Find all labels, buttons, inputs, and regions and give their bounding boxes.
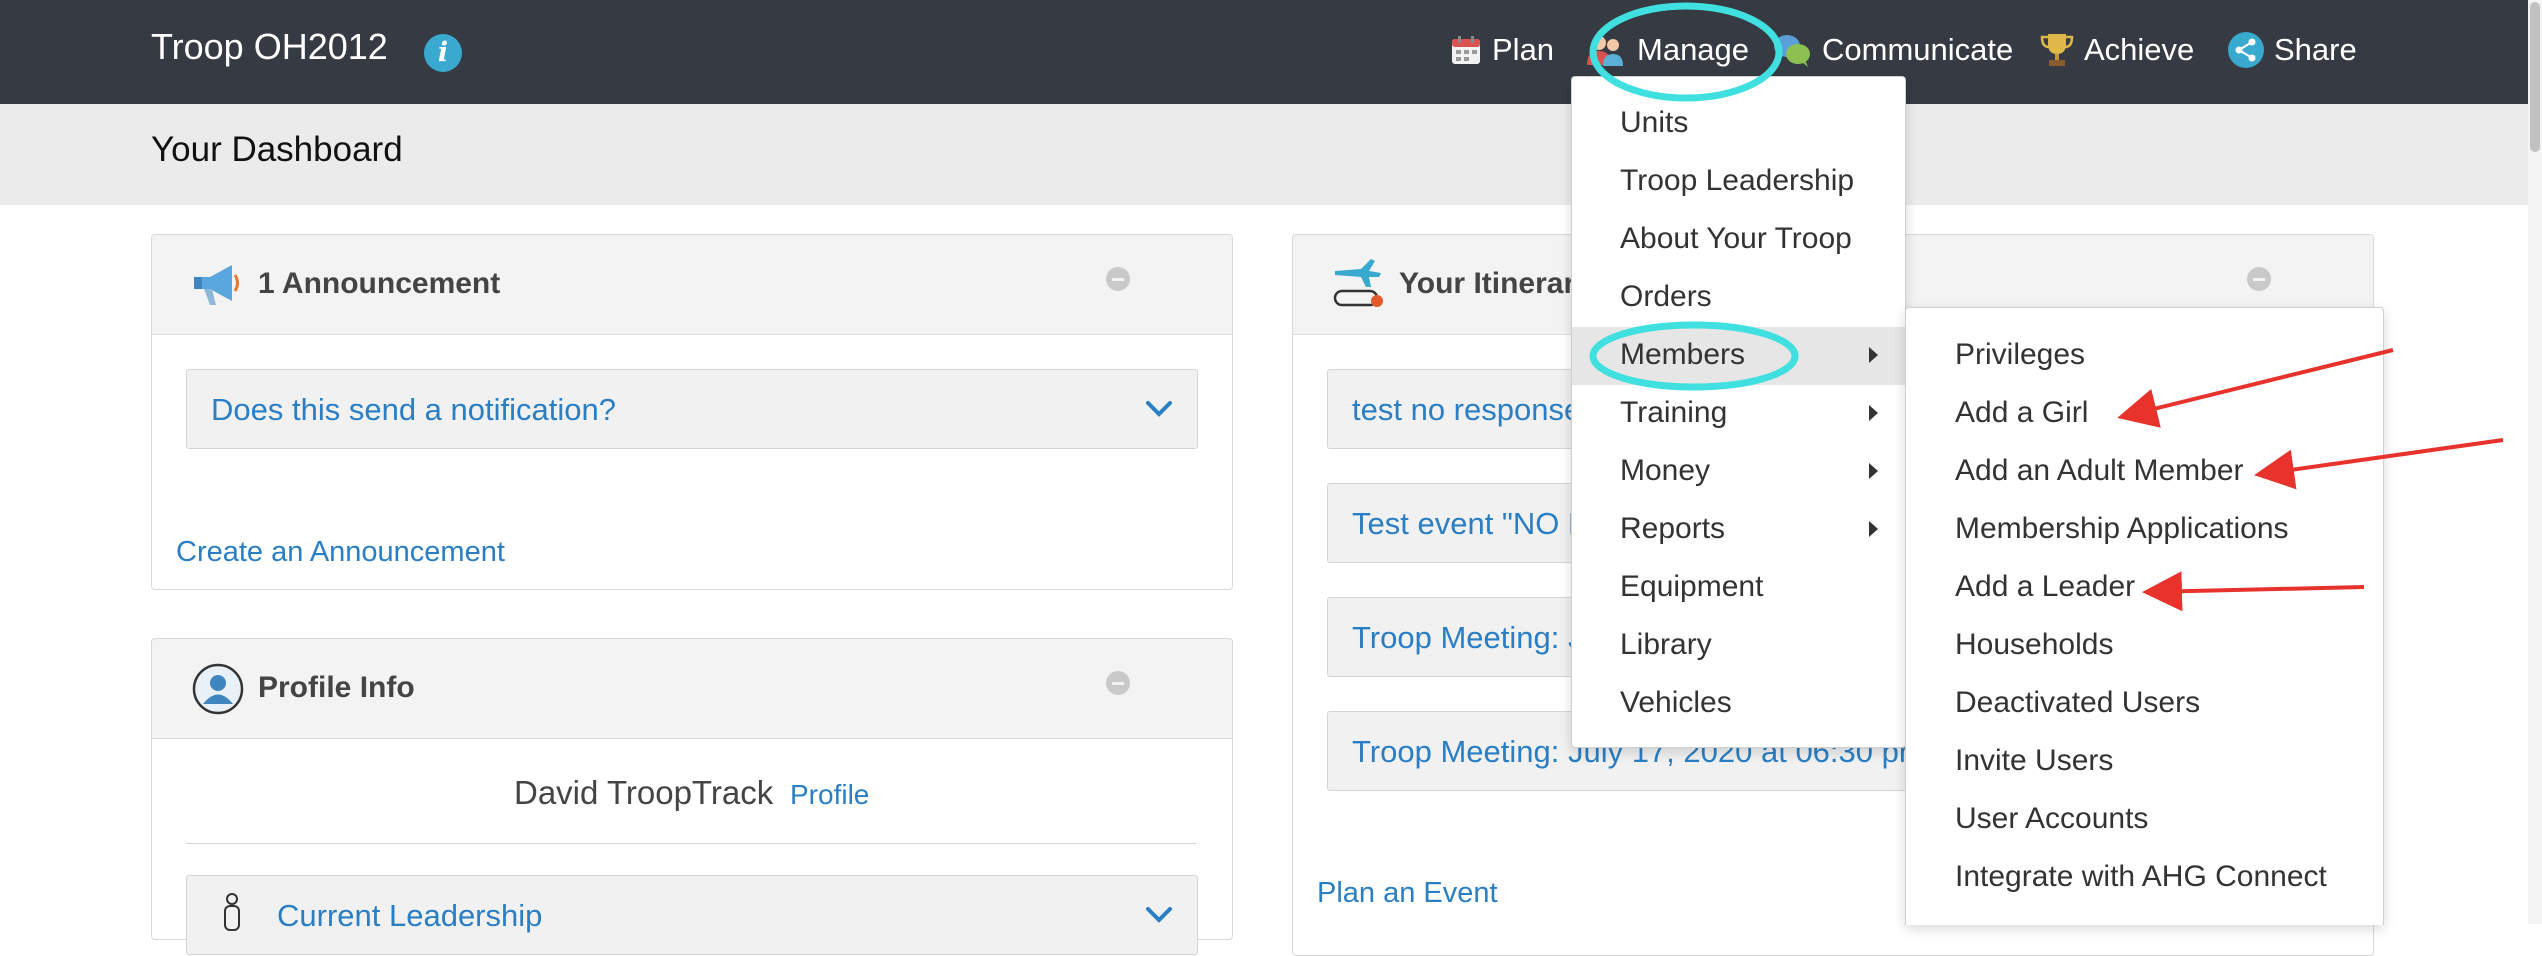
menu-item-label: Reports [1620,512,1726,545]
menu-item-label: Library [1620,628,1712,661]
scrollbar-thumb[interactable] [2530,2,2540,152]
divider [186,843,1196,844]
profile-panel-header: Profile Info [152,639,1232,739]
caret-right-icon [1869,463,1878,479]
menu-item-reports[interactable]: Reports [1572,501,1905,559]
menu-item-label: Troop Leadership [1620,164,1855,197]
nav-share[interactable]: Share [2228,28,2357,72]
menu-item-label: About Your Troop [1620,222,1852,255]
troop-name[interactable]: Troop OH2012 [151,26,388,68]
nav-share-label: Share [2274,32,2357,67]
menu-item-label: Orders [1620,280,1712,313]
calendar-icon [1452,36,1480,64]
menu-item-label: Equipment [1620,570,1764,603]
announcement-title: 1 Announcement [258,267,501,300]
menu-item-orders[interactable]: Orders [1572,269,1905,327]
people-icon [1587,36,1623,66]
chat-bubbles-icon [1774,35,1810,67]
submenu-item-add-a-girl[interactable]: Add a Girl [1906,385,2383,443]
chevron-down-icon[interactable] [1145,906,1173,924]
submenu-item-integrate-ahg-connect[interactable]: Integrate with AHG Connect [1906,849,2383,907]
announcement-item[interactable]: Does this send a notification? [186,369,1198,449]
submenu-item-privileges[interactable]: Privileges [1906,327,2383,385]
submenu-item-label: Households [1955,628,2114,661]
collapse-icon[interactable] [2247,267,2271,291]
nav-communicate[interactable]: Communicate [1772,28,2013,72]
announcement-panel-header: 1 Announcement [152,235,1232,335]
nav-communicate-label: Communicate [1822,32,2014,67]
submenu-item-user-accounts[interactable]: User Accounts [1906,791,2383,849]
submenu-item-label: Invite Users [1955,744,2114,777]
current-leadership-item[interactable]: Current Leadership [186,875,1198,955]
menu-item-equipment[interactable]: Equipment [1572,559,1905,617]
submenu-item-label: Membership Applications [1955,512,2289,545]
submenu-item-label: Add an Adult Member [1955,454,2244,487]
announcement-panel: 1 Announcement Does this send a notifica… [151,234,1233,590]
profile-link[interactable]: Profile [790,779,869,811]
menu-item-vehicles[interactable]: Vehicles [1572,675,1905,733]
submenu-item-label: User Accounts [1955,802,2149,835]
submenu-item-membership-applications[interactable]: Membership Applications [1906,501,2383,559]
submenu-item-add-a-leader[interactable]: Add a Leader [1906,559,2383,617]
menu-item-label: Members [1620,338,1746,371]
page-scrollbar[interactable] [2528,0,2542,924]
menu-item-label: Units [1620,106,1689,139]
menu-item-money[interactable]: Money [1572,443,1905,501]
create-announcement-link[interactable]: Create an Announcement [176,536,505,569]
info-icon[interactable]: i [424,34,462,72]
submenu-item-invite-users[interactable]: Invite Users [1906,733,2383,791]
manage-dropdown-menu: Units Troop Leadership About Your Troop … [1571,76,1906,748]
person-icon [224,893,240,931]
nav-achieve[interactable]: Achieve [2040,28,2194,72]
nav-achieve-label: Achieve [2084,32,2195,67]
chevron-down-icon[interactable] [1145,400,1173,418]
submenu-item-add-adult-member[interactable]: Add an Adult Member [1906,443,2383,501]
submenu-item-label: Deactivated Users [1955,686,2201,719]
submenu-item-households[interactable]: Households [1906,617,2383,675]
travel-plane-icon [1333,259,1383,307]
nav-plan[interactable]: Plan [1450,28,1554,72]
megaphone-icon [194,265,239,305]
collapse-icon[interactable] [1106,267,1130,291]
menu-item-members[interactable]: Members [1572,327,1905,385]
profile-panel: Profile Info David TroopTrack Profile Cu… [151,638,1233,955]
menu-item-label: Money [1620,454,1711,487]
submenu-item-deactivated-users[interactable]: Deactivated Users [1906,675,2383,733]
itinerary-item-text: test no response [1352,392,1582,427]
menu-item-about-your-troop[interactable]: About Your Troop [1572,211,1905,269]
itinerary-title: Your Itinerary [1399,267,1592,300]
trophy-icon [2040,34,2074,66]
menu-item-units[interactable]: Units [1572,95,1905,153]
submenu-item-label: Integrate with AHG Connect [1955,860,2327,893]
share-icon [2228,32,2264,68]
plan-event-link[interactable]: Plan an Event [1317,877,1498,910]
menu-item-troop-leadership[interactable]: Troop Leadership [1572,153,1905,211]
current-leadership-text: Current Leadership [277,898,543,933]
nav-plan-label: Plan [1492,32,1555,67]
menu-item-training[interactable]: Training [1572,385,1905,443]
collapse-icon[interactable] [1106,671,1130,695]
page-title: Your Dashboard [151,130,403,169]
nav-manage[interactable]: Manage [1585,28,1749,72]
profile-title: Profile Info [258,671,415,704]
user-avatar-icon [192,663,244,715]
menu-item-library[interactable]: Library [1572,617,1905,675]
nav-manage-label: Manage [1637,32,1750,67]
caret-right-icon [1869,347,1878,363]
caret-right-icon [1869,521,1878,537]
menu-item-label: Training [1620,396,1728,429]
menu-item-label: Vehicles [1620,686,1732,719]
caret-right-icon [1869,405,1878,421]
profile-user-name: David TroopTrack [514,774,774,811]
submenu-item-label: Privileges [1955,338,2086,371]
submenu-item-label: Add a Leader [1955,570,2136,603]
announcement-item-text: Does this send a notification? [211,392,616,427]
members-submenu: Privileges Add a Girl Add an Adult Membe… [1905,307,2384,925]
submenu-item-label: Add a Girl [1955,396,2089,429]
